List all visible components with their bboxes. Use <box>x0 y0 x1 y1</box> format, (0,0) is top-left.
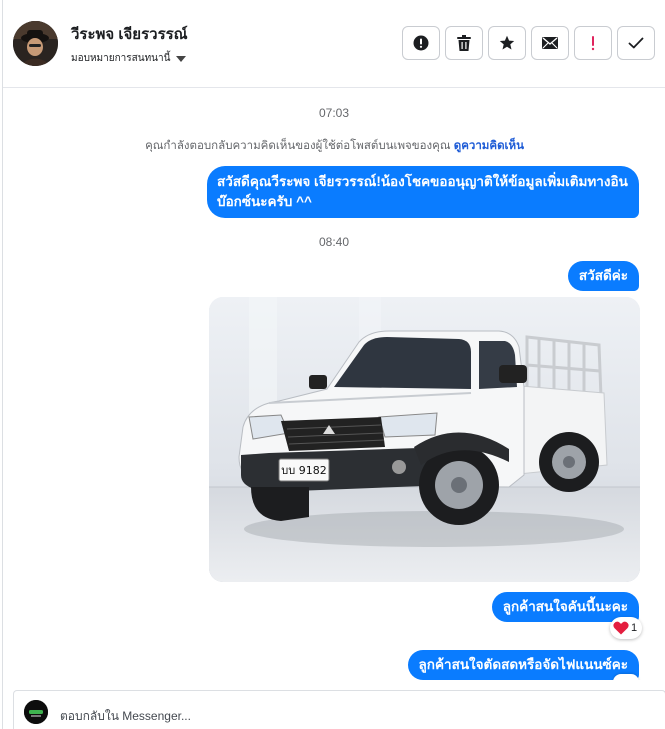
star-button[interactable] <box>488 26 526 60</box>
mark-important-button[interactable] <box>574 26 612 60</box>
message-bubble: ลูกค้าสนใจตัดสดหรือจัดไฟแนนซ์คะ <box>407 650 639 680</box>
report-spam-icon <box>413 35 429 51</box>
heart-icon <box>613 621 629 635</box>
conversation-panel: วีระพจ เจียรวรรณ์ มอบหมายการสนทนานี้ 07:… <box>2 0 665 729</box>
reaction-count: 1 <box>631 622 638 634</box>
checkmark-icon <box>628 37 644 49</box>
photo-attachment[interactable]: บบ 9182 <box>209 297 640 582</box>
header-actions <box>402 26 655 60</box>
mark-done-button[interactable] <box>617 26 655 60</box>
exclamation-icon <box>591 36 595 51</box>
message-bubble: สวัสดีคุณวีระพจ เจียรวรรณ์!น้องโชคขออนุญ… <box>207 166 639 218</box>
divider <box>3 680 665 690</box>
trash-icon <box>457 35 471 51</box>
timestamp: 08:40 <box>318 235 350 249</box>
timestamp: 07:03 <box>318 106 350 120</box>
license-plate: บบ 9182 <box>281 464 326 477</box>
reply-composer[interactable]: ตอบกลับใน Messenger... <box>13 690 665 729</box>
reaction-badge[interactable]: 1 <box>610 617 643 639</box>
reply-input[interactable]: ตอบกลับใน Messenger... <box>60 707 191 726</box>
mark-unread-button[interactable] <box>531 26 569 60</box>
page-avatar <box>24 700 48 724</box>
mail-icon <box>542 37 558 49</box>
report-spam-button[interactable] <box>402 26 440 60</box>
conversation-header: วีระพจ เจียรวรรณ์ มอบหมายการสนทนานี้ <box>3 0 665 88</box>
assign-label: มอบหมายการสนทนานี้ <box>71 53 171 64</box>
system-note: คุณกำลังตอบกลับความคิดเห็นของผู้ใช้ต่อโพ… <box>3 137 665 155</box>
system-note-text: คุณกำลังตอบกลับความคิดเห็นของผู้ใช้ต่อโพ… <box>145 140 451 152</box>
assign-conversation-dropdown[interactable]: มอบหมายการสนทนานี้ <box>71 51 187 66</box>
message-bubble: สวัสดีค่ะ <box>567 261 639 291</box>
delete-button[interactable] <box>445 26 483 60</box>
view-comment-link[interactable]: ดูความคิดเห็น <box>454 140 524 152</box>
contact-name[interactable]: วีระพจ เจียรวรรณ์ <box>71 22 188 46</box>
chevron-down-icon <box>176 55 187 62</box>
star-icon <box>499 35 515 50</box>
avatar[interactable] <box>13 21 58 66</box>
